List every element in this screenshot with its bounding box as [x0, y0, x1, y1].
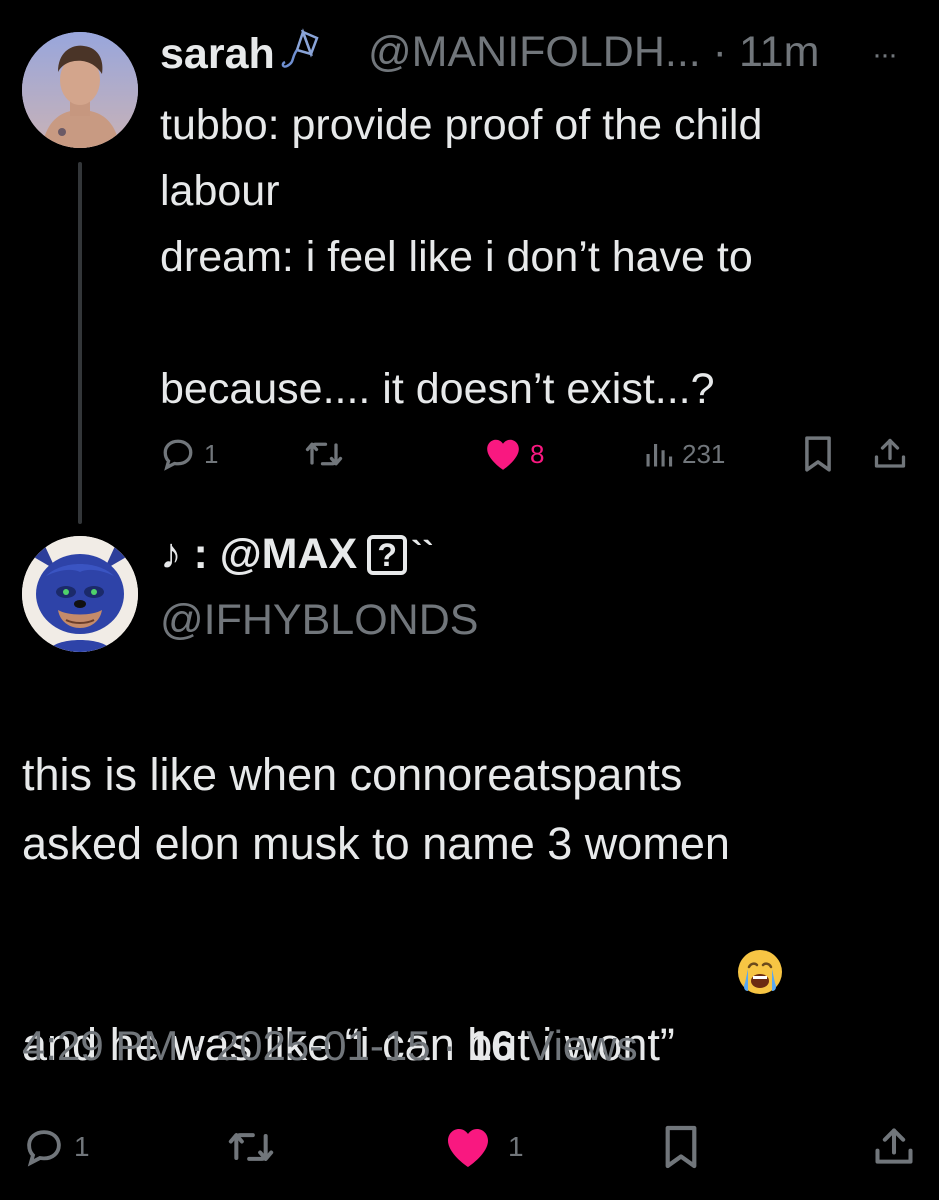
- display-name[interactable]: ♪ : @MAX ? ``: [160, 530, 434, 579]
- like-button[interactable]: 1: [444, 1122, 524, 1172]
- heart-icon: [448, 1129, 488, 1167]
- avatar[interactable]: [22, 32, 138, 148]
- like-count: 8: [530, 438, 545, 469]
- post-timestamp-views: 4:29 PM · 2025-01-15 · 16 Views: [22, 1022, 638, 1069]
- bookmark-button[interactable]: [802, 432, 834, 476]
- unknown-glyph-box: ?: [367, 534, 408, 575]
- views-button[interactable]: 231: [644, 432, 725, 476]
- share-icon: [874, 438, 906, 468]
- retweet-icon: [228, 1133, 274, 1161]
- kite-icon: [277, 28, 321, 83]
- reply-count: 1: [204, 438, 219, 469]
- handle[interactable]: @IFHYBLONDS: [160, 596, 478, 645]
- retweet-button[interactable]: [226, 1122, 276, 1172]
- reply-button[interactable]: 1: [160, 432, 218, 476]
- thread-connector-line: [78, 162, 82, 524]
- name-suffix: ``: [411, 535, 434, 573]
- avatar[interactable]: [22, 536, 138, 652]
- bookmark-icon: [805, 436, 831, 472]
- retweet-icon: [305, 442, 343, 466]
- views-count: 231: [682, 438, 726, 469]
- like-count: 1: [508, 1131, 524, 1162]
- reply-icon: [163, 439, 193, 471]
- display-name[interactable]: sarah: [160, 28, 321, 83]
- bookmark-icon: [665, 1125, 697, 1169]
- more-options-icon[interactable]: ···: [872, 38, 898, 72]
- reply-icon: [27, 1130, 61, 1167]
- share-button[interactable]: [872, 432, 908, 476]
- views-icon: [646, 444, 673, 467]
- reply-count: 1: [74, 1131, 90, 1162]
- handle-and-timestamp[interactable]: @MANIFOLDH... · 11m: [368, 28, 819, 77]
- reply-button[interactable]: 1: [22, 1122, 90, 1172]
- crying-emoji: [685, 878, 785, 1085]
- retweet-button[interactable]: [304, 432, 344, 476]
- share-button[interactable]: [872, 1122, 916, 1172]
- bookmark-button[interactable]: [662, 1122, 700, 1172]
- like-button[interactable]: 8: [484, 432, 544, 476]
- post-text: tubbo: provide proof of the child labour…: [160, 101, 763, 413]
- share-icon: [875, 1128, 913, 1164]
- heart-icon: [487, 439, 519, 470]
